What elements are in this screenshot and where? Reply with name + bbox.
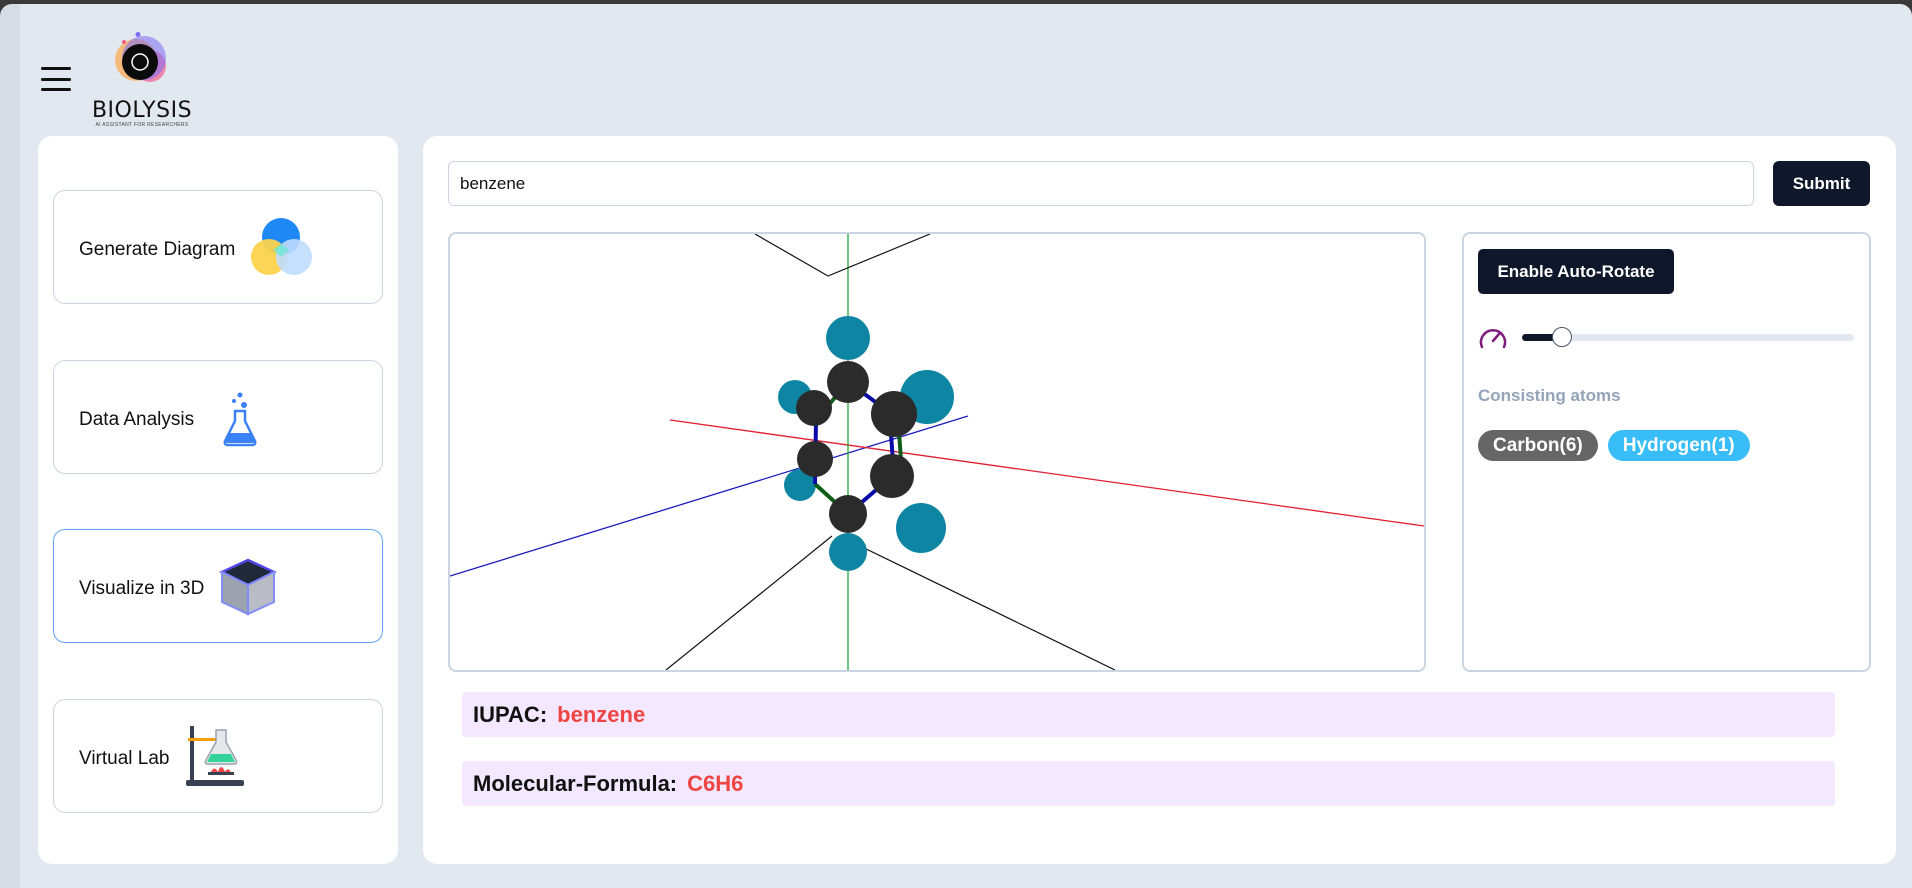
carbon-atom: [829, 495, 867, 533]
speedometer-icon: [1479, 329, 1507, 349]
molecule-canvas[interactable]: [450, 234, 1424, 670]
carbon-atom: [827, 361, 869, 403]
sidebar-item-label: Virtual Lab: [79, 748, 170, 769]
cube-icon: [219, 558, 277, 616]
iupac-value: benzene: [557, 701, 646, 727]
logo-emblem: [115, 32, 166, 82]
iupac-row: IUPAC: benzene: [462, 692, 1835, 737]
carbon-atom: [796, 390, 832, 426]
sidebar-item-virtual-lab[interactable]: Virtual Lab: [53, 699, 383, 813]
submit-button[interactable]: Submit: [1773, 161, 1870, 206]
logo-subtitle: AI ASSISTANT FOR RESEARCHERS: [95, 122, 189, 128]
sidebar-item-label: Visualize in 3D: [79, 578, 205, 599]
carbon-atom: [870, 454, 914, 498]
molecule-3d-viewer[interactable]: [448, 232, 1426, 672]
hydrogen-atom: [829, 533, 867, 571]
lab-setup-icon: [186, 726, 244, 786]
rotation-speed-slider[interactable]: [1522, 327, 1854, 347]
sidebar: Generate Diagram Data Analysis Visualize…: [38, 136, 398, 864]
carbon-atom: [797, 441, 833, 477]
flask-icon: [223, 392, 257, 447]
bounding-box-edge: [665, 535, 833, 670]
compound-search-input[interactable]: [448, 161, 1754, 206]
atom-badges: Carbon(6) Hydrogen(1): [1478, 430, 1750, 461]
bounding-box-edge: [859, 545, 1116, 670]
sidebar-item-data-analysis[interactable]: Data Analysis: [53, 360, 383, 474]
sidebar-item-label: Data Analysis: [79, 409, 195, 430]
bounding-box-edge: [754, 234, 931, 277]
formula-label: Molecular-Formula:: [473, 770, 678, 796]
sidebar-item-generate-diagram[interactable]: Generate Diagram: [53, 190, 383, 304]
app-window: BIOLYSIS AI ASSISTANT FOR RESEARCHERS Ge…: [0, 4, 1912, 888]
slider-thumb[interactable]: [1551, 327, 1572, 347]
main-panel: Submit: [423, 136, 1896, 864]
iupac-label: IUPAC:: [473, 701, 548, 727]
viewer-controls-panel: Enable Auto-Rotate Consisting atoms Carb…: [1462, 232, 1871, 672]
menu-icon[interactable]: [41, 67, 71, 91]
sidebar-item-label: Generate Diagram: [79, 239, 236, 260]
atom-badge-hydrogen: Hydrogen(1): [1607, 430, 1750, 461]
atoms-label: Consisting atoms: [1478, 386, 1621, 405]
formula-row: Molecular-Formula: C6H6: [462, 761, 1835, 806]
biolysis-logo: BIOLYSIS AI ASSISTANT FOR RESEARCHERS: [86, 32, 198, 132]
carbon-atom: [871, 391, 917, 437]
sidebar-item-visualize-3d[interactable]: Visualize in 3D: [53, 529, 383, 643]
hydrogen-atom: [896, 503, 946, 553]
logo-text: BIOLYSIS: [91, 98, 193, 123]
formula-value: C6H6: [687, 770, 744, 796]
auto-rotate-button[interactable]: Enable Auto-Rotate: [1478, 249, 1674, 294]
venn-diagram-icon: [251, 218, 312, 275]
hydrogen-atom: [826, 316, 870, 360]
atom-badge-carbon: Carbon(6): [1478, 430, 1598, 461]
